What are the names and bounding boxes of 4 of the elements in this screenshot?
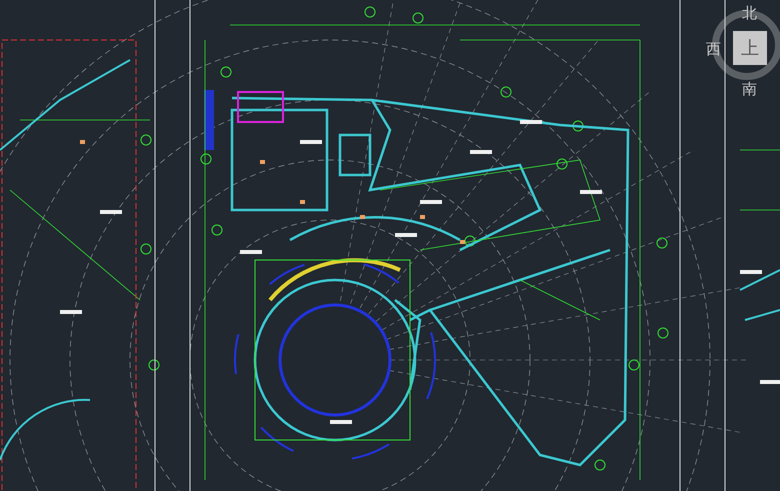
viewcube-top-face[interactable]: 上 bbox=[733, 31, 767, 65]
west-label[interactable]: 西 bbox=[706, 42, 721, 57]
south-label[interactable]: 南 bbox=[742, 82, 757, 97]
north-label[interactable]: 北 bbox=[742, 6, 757, 21]
